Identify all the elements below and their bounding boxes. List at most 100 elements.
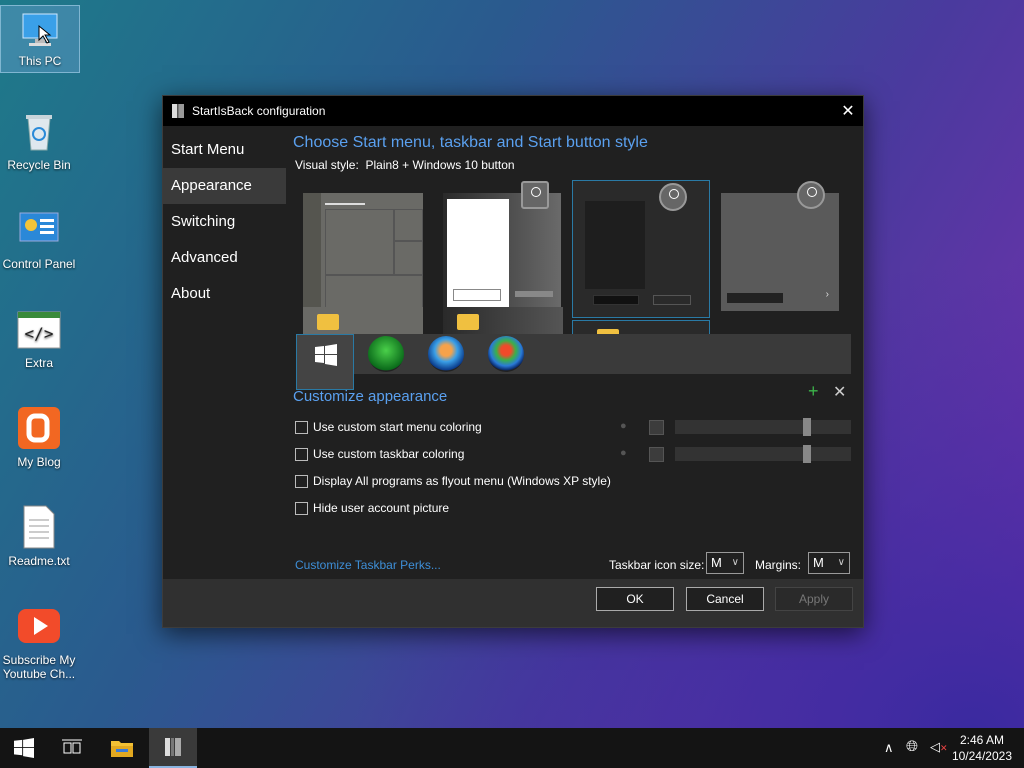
slider-thumb[interactable] [803, 418, 811, 436]
slider-thumb[interactable] [803, 445, 811, 463]
sidebar-item-advanced[interactable]: Advanced [163, 240, 286, 276]
desktop-icon-label: Extra [24, 356, 53, 370]
visual-style-value: Plain8 + Windows 10 button [365, 158, 515, 172]
desktop-icon-my-blog[interactable]: My Blog [0, 399, 78, 469]
desktop-icon-extra[interactable]: </> Extra [0, 300, 78, 370]
blogger-icon [16, 405, 62, 451]
clock[interactable]: 2:46 AM 10/24/2023 [952, 732, 1012, 764]
svg-text:</>: </> [25, 324, 54, 343]
color-swatch[interactable] [649, 420, 664, 435]
checkbox-label: Use custom start menu coloring [313, 420, 482, 434]
taskbar: ∧ 🌐︎ ◁✕ 2:46 AM 10/24/2023 [0, 728, 1024, 768]
window-title: StartIsBack configuration [192, 104, 326, 118]
desktop-icon-this-pc[interactable]: This PC [0, 5, 80, 73]
sidebar-item-start-menu[interactable]: Start Menu [163, 132, 286, 168]
icon-size-label: Taskbar icon size: [609, 558, 705, 572]
opacity-icon: ● [620, 420, 627, 432]
clock-date: 10/24/2023 [951, 749, 1012, 763]
icon-size-value: M [711, 555, 722, 570]
system-tray: ∧ 🌐︎ ◁✕ 2:46 AM 10/24/2023 [864, 728, 1024, 768]
start-button-option-vista-orb[interactable] [488, 336, 524, 372]
ok-button[interactable]: OK [596, 587, 674, 611]
taskbar-opacity-slider[interactable] [675, 445, 851, 463]
desktop-icon-youtube[interactable]: Subscribe My Youtube Ch... [0, 597, 78, 681]
startisback-icon [165, 738, 181, 756]
content-pane: Choose Start menu, taskbar and Start but… [293, 126, 853, 579]
cancel-button[interactable]: Cancel [686, 587, 764, 611]
apply-button[interactable]: Apply [775, 587, 853, 611]
checkbox-label: Hide user account picture [313, 501, 450, 515]
app-icon [172, 104, 184, 118]
folder-icon [317, 314, 339, 330]
icon-size-select[interactable]: M ∨ [706, 552, 744, 574]
sidebar-item-switching[interactable]: Switching [163, 204, 286, 240]
youtube-play-icon [16, 603, 62, 649]
margins-select[interactable]: M ∨ [808, 552, 850, 574]
custom-start-menu-coloring[interactable]: Use custom start menu coloring [295, 420, 482, 434]
dialog-footer: OK Cancel Apply [163, 579, 863, 627]
opacity-icon: ● [620, 447, 627, 459]
task-view-icon [62, 739, 82, 754]
monitor-icon [17, 12, 63, 50]
code-window-icon: </> [16, 306, 62, 352]
sidebar-item-about[interactable]: About [163, 276, 286, 312]
desktop-icon-label: This PC [18, 54, 62, 68]
style-heading: Choose Start menu, taskbar and Start but… [293, 134, 648, 151]
sidebar-item-appearance[interactable]: Appearance [163, 168, 286, 204]
desktop-icon-label: Recycle Bin [7, 158, 71, 172]
style-option-3[interactable] [572, 180, 710, 318]
custom-taskbar-coloring[interactable]: Use custom taskbar coloring [295, 447, 464, 461]
color-swatch[interactable] [649, 447, 664, 462]
style-option-1[interactable] [303, 193, 423, 311]
style-option-2[interactable] [443, 193, 561, 311]
start-button[interactable] [0, 728, 48, 768]
file-explorer-button[interactable] [98, 728, 146, 768]
folder-icon [457, 314, 479, 330]
clock-time: 2:46 AM [959, 733, 1004, 747]
remove-icon[interactable]: ✕ [833, 382, 846, 402]
style-option-4[interactable]: › [721, 193, 839, 311]
start-menu-opacity-slider[interactable] [675, 418, 851, 436]
sidebar: Start Menu Appearance Switching Advanced… [163, 126, 286, 579]
chevron-up-icon[interactable]: ∧ [884, 740, 894, 756]
checkbox[interactable] [295, 474, 308, 488]
chevron-down-icon: ∨ [837, 557, 845, 568]
task-view-button[interactable] [48, 728, 96, 768]
start-button-choices [296, 334, 851, 390]
desktop-icon-readme[interactable]: Readme.txt [0, 498, 78, 568]
visual-style-line: Visual style: Plain8 + Windows 10 button [295, 158, 853, 172]
user-avatar-icon [797, 181, 825, 209]
desktop-icon-label: My Blog [17, 455, 61, 469]
checkbox-label: Use custom taskbar coloring [313, 447, 465, 461]
volume-muted-icon[interactable]: ◁✕ [930, 739, 948, 755]
checkbox[interactable] [295, 501, 308, 515]
start-button-option-windows10[interactable] [296, 334, 354, 390]
customize-heading: Customize appearance [293, 388, 448, 405]
hide-account-picture[interactable]: Hide user account picture [295, 501, 449, 515]
desktop-icon-label: Control Panel [2, 257, 76, 271]
checkbox[interactable] [295, 420, 308, 434]
customize-taskbar-perks-link[interactable]: Customize Taskbar Perks... [295, 558, 441, 572]
control-panel-icon [16, 207, 62, 253]
recycle-bin-icon [16, 108, 62, 154]
title-bar: StartIsBack configuration ✕ [163, 96, 863, 126]
start-button-option-win7-orb[interactable] [428, 336, 464, 372]
user-avatar-icon [521, 181, 549, 209]
start-button-option-clover-orb[interactable] [368, 336, 404, 372]
desktop-icon-control-panel[interactable]: Control Panel [0, 201, 78, 271]
visual-style-label: Visual style: [295, 158, 359, 172]
close-icon[interactable]: ✕ [833, 96, 863, 126]
checkbox[interactable] [295, 447, 308, 461]
margins-value: M [813, 555, 824, 570]
desktop-icon-label: Readme.txt [8, 554, 70, 568]
desktop-icon-label: Subscribe My Youtube Ch... [2, 653, 76, 681]
text-file-icon [16, 504, 62, 550]
startisback-config-button[interactable] [149, 728, 197, 768]
user-avatar-icon [659, 183, 687, 211]
network-globe-icon[interactable]: 🌐︎ [906, 738, 918, 755]
desktop-icon-recycle-bin[interactable]: Recycle Bin [0, 102, 78, 172]
windows-logo-icon [14, 738, 34, 758]
checkbox-label: Display All programs as flyout menu (Win… [313, 474, 611, 488]
flyout-all-programs[interactable]: Display All programs as flyout menu (Win… [295, 474, 611, 488]
add-icon[interactable]: + [808, 381, 819, 402]
